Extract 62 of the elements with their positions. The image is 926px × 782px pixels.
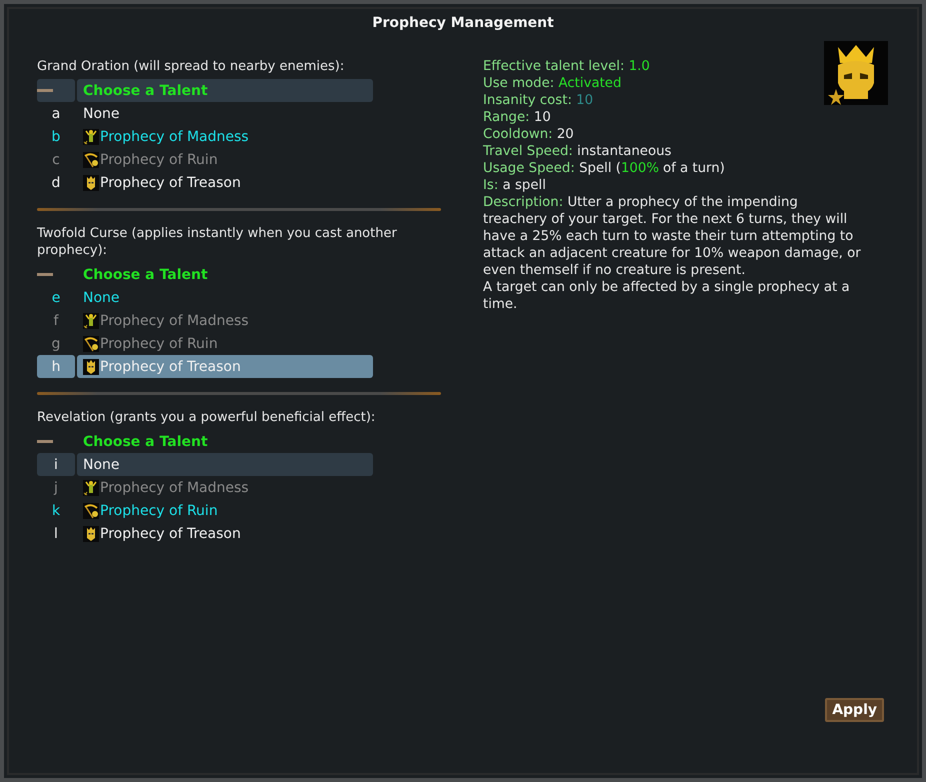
option-label: Prophecy of Treason [100, 526, 241, 542]
option-label: Prophecy of Treason [100, 174, 241, 190]
talent-option[interactable]: l Prophecy of Treason [37, 522, 373, 545]
option-label: Prophecy of Madness [100, 312, 249, 328]
talent-option[interactable]: d Prophecy of Treason [37, 171, 373, 194]
list-header: Choose a Talent [83, 434, 208, 450]
section-title: Revelation (grants you a powerful beneficial effect): [37, 409, 376, 427]
scythe-icon [83, 336, 99, 352]
list-header: Choose a Talent [83, 266, 208, 282]
option-label: Prophecy of Ruin [100, 152, 218, 168]
talent-option[interactable]: e None [37, 286, 373, 309]
option-key: i [54, 456, 58, 472]
scythe-icon [83, 502, 99, 518]
option-key: d [52, 174, 60, 190]
collapse-icon [37, 89, 53, 92]
option-label: Prophecy of Madness [100, 128, 249, 144]
option-key: c [52, 152, 60, 168]
collapse-icon [37, 273, 53, 276]
option-key: g [52, 336, 60, 352]
detail-line: Description: Utter a prophecy of the impending treachery of your target. For the next 6 turns, they will have a 25% each turn to waste their turn attempting to attack an adjacent creature for 10% weapon damage, or even themself if no creature is present. [483, 194, 862, 279]
option-key: b [52, 128, 60, 144]
option-key: a [52, 106, 60, 122]
window-title: Prophecy Management [372, 15, 554, 31]
option-label: None [83, 290, 120, 306]
figure-icon [83, 480, 99, 496]
detail-line: Effective talent level: 1.0 [483, 58, 651, 75]
list-header: Choose a Talent [83, 82, 208, 98]
option-key: e [52, 290, 60, 306]
option-label: Prophecy of Treason [100, 358, 241, 374]
mask-icon [83, 526, 99, 542]
talent-option[interactable]: b Prophecy of Madness [37, 125, 373, 148]
detail-line: Usage Speed: Spell (100% of a turn) [483, 160, 726, 177]
scythe-icon [83, 152, 99, 168]
collapse-cell[interactable] [37, 79, 75, 102]
option-label: None [83, 456, 120, 472]
detail-line: Insanity cost: 10 [483, 92, 594, 109]
figure-icon [83, 312, 99, 328]
collapse-icon [37, 440, 53, 443]
option-key: k [52, 502, 60, 518]
talent-option[interactable]: a None [37, 102, 373, 125]
option-key: l [54, 526, 58, 542]
talent-option[interactable]: k Prophecy of Ruin [37, 499, 373, 522]
crowned-skull-icon [824, 41, 888, 105]
option-label: None [83, 106, 120, 122]
detail-line: Range: 10 [483, 109, 552, 126]
mask-icon [83, 174, 99, 190]
figure-icon [83, 128, 99, 144]
section-title: Grand Oration (will spread to nearby enemies): [37, 58, 346, 76]
detail-line: Is: a spell [483, 177, 547, 194]
option-label: Prophecy of Ruin [100, 336, 218, 352]
detail-line: Use mode: Activated [483, 75, 622, 92]
apply-button[interactable]: Apply [825, 698, 884, 722]
option-key: h [52, 358, 60, 374]
detail-line: Cooldown: 20 [483, 126, 575, 143]
option-key: f [54, 312, 58, 328]
option-label: Prophecy of Ruin [100, 502, 218, 518]
option-label: Prophecy of Madness [100, 480, 249, 496]
mask-icon [83, 358, 99, 374]
option-key: j [54, 480, 58, 496]
section-title: Twofold Curse (applies instantly when you cast another prophecy): [37, 225, 398, 260]
detail-line: Travel Speed: instantaneous [483, 143, 672, 160]
detail-note: A target can only be affected by a single prophecy at a time. [483, 279, 851, 313]
